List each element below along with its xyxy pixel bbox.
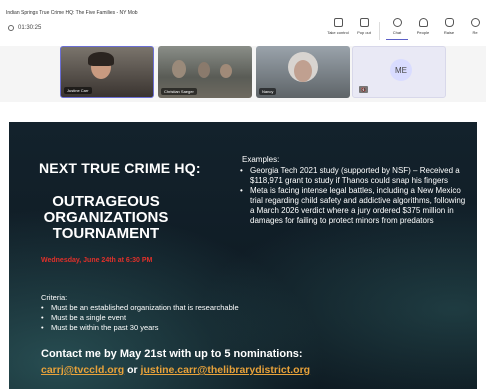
meeting-timer: 01:30:25: [8, 25, 41, 31]
window-title-bar: Indian Springs True Crime HQ: The Five F…: [0, 0, 486, 16]
criteria-title: Criteria:: [41, 293, 68, 302]
people-label: People: [416, 30, 430, 35]
chat-label: Chat: [392, 30, 402, 35]
criteria-list: Must be an established organization that…: [41, 303, 341, 333]
toolbar-actions: Take control Pop out Chat People Raise R…: [323, 18, 486, 40]
meeting-toolbar: 01:30:25 Take control Pop out Chat Peopl…: [0, 16, 486, 46]
tournament-title: OUTRAGEOUS ORGANIZATIONS TOURNAMENT: [31, 194, 181, 242]
toolbar-divider: [379, 22, 380, 40]
participant-name: Christian Saeger: [161, 88, 197, 95]
example-item: Georgia Tech 2021 study (supported by NS…: [240, 166, 466, 186]
tournament-line: TOURNAMENT: [52, 225, 160, 242]
raise-hand-icon: [444, 18, 454, 27]
react-label: Re: [472, 30, 478, 35]
take-control-button[interactable]: Take control: [327, 18, 349, 40]
people-icon: [418, 18, 428, 27]
chat-button[interactable]: Chat: [386, 18, 408, 40]
popout-icon: [359, 18, 369, 27]
participant-video: [172, 60, 186, 78]
criteria-item: Must be a single event: [41, 313, 341, 323]
people-button[interactable]: People: [412, 18, 434, 40]
participant-hair: [88, 52, 114, 66]
take-control-label: Take control: [327, 30, 349, 35]
email-link[interactable]: justine.carr@thelibrarydistrict.org: [141, 364, 311, 376]
participant-tile[interactable]: Justine Carr: [60, 46, 154, 98]
raise-hand-button[interactable]: Raise: [438, 18, 460, 40]
shared-slide: NEXT TRUE CRIME HQ: OUTRAGEOUS ORGANIZAT…: [9, 122, 477, 389]
pop-out-label: Pop out: [357, 30, 371, 35]
examples-list: Georgia Tech 2021 study (supported by NS…: [240, 166, 466, 226]
examples-title: Examples:: [242, 155, 280, 164]
whiteboard-icon: [333, 18, 343, 27]
tournament-line: ORGANIZATIONS: [43, 209, 169, 226]
participant-tile-self[interactable]: ME 🔇: [352, 46, 446, 98]
event-date: Wednesday, June 24th at 6:30 PM: [41, 257, 153, 264]
tournament-line: OUTRAGEOUS: [52, 193, 160, 210]
contact-emails: carrj@tvccld.org or justine.carr@thelibr…: [41, 364, 310, 376]
raise-label: Raise: [443, 30, 455, 35]
react-button[interactable]: Re: [464, 18, 486, 40]
avatar: ME: [390, 59, 412, 81]
participant-name: Justine Carr: [64, 87, 92, 94]
participant-gallery: Justine Carr Christian Saeger Nancy ME 🔇: [0, 46, 486, 102]
participant-video: [220, 64, 232, 78]
timer-value: 01:30:25: [18, 25, 42, 31]
participant-face: [294, 60, 312, 82]
timer-icon: [8, 25, 14, 31]
participant-name: Nancy: [259, 88, 277, 95]
participant-tile[interactable]: Christian Saeger: [158, 46, 252, 98]
criteria-item: Must be an established organization that…: [41, 303, 341, 313]
pop-out-button[interactable]: Pop out: [353, 18, 375, 40]
participant-video: [198, 62, 210, 78]
email-link[interactable]: carrj@tvccld.org: [41, 364, 124, 376]
mic-muted-icon: 🔇: [359, 86, 368, 93]
contact-text: Contact me by May 21st with up to 5 nomi…: [41, 348, 303, 360]
example-item: Meta is facing intense legal battles, in…: [240, 186, 466, 226]
slide-heading: NEXT TRUE CRIME HQ:: [39, 160, 201, 176]
criteria-item: Must be within the past 30 years: [41, 323, 341, 333]
react-icon: [470, 18, 480, 27]
participant-tile[interactable]: Nancy: [256, 46, 350, 98]
email-separator: or: [124, 364, 141, 376]
chat-icon: [392, 18, 402, 27]
